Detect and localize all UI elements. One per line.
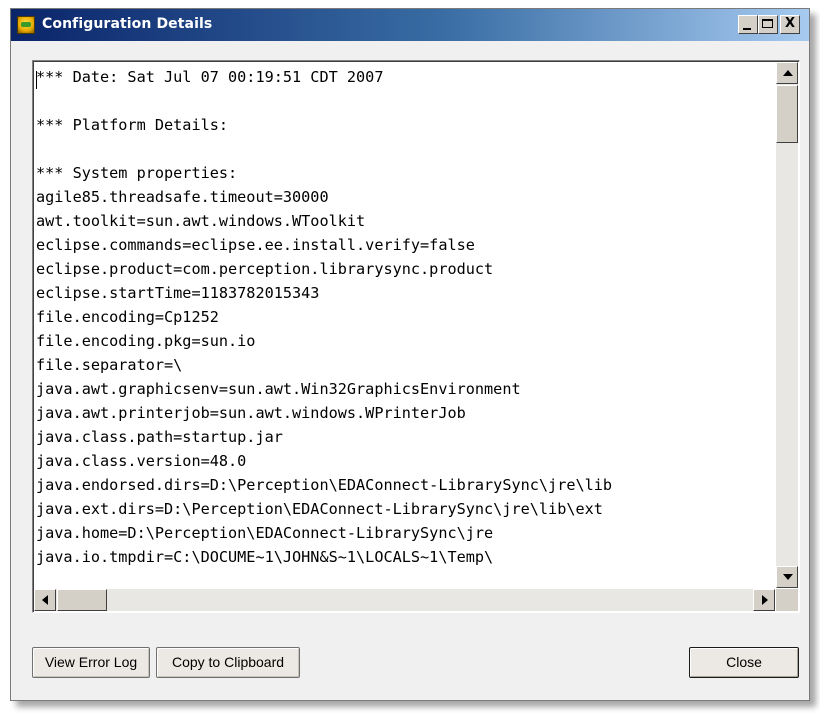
text-line: java.class.path=startup.jar <box>36 428 283 446</box>
arrow-right-icon <box>762 595 768 605</box>
text-line: file.encoding.pkg=sun.io <box>36 332 256 350</box>
horizontal-scroll-thumb[interactable] <box>57 589 107 611</box>
view-error-log-button[interactable]: View Error Log <box>32 647 150 678</box>
text-line: java.ext.dirs=D:\Perception\EDAConnect-L… <box>36 500 603 518</box>
scroll-down-button[interactable] <box>776 566 798 588</box>
scroll-left-button[interactable] <box>34 589 56 611</box>
text-line: agile85.threadsafe.timeout=30000 <box>36 188 329 206</box>
maximize-button[interactable] <box>758 15 778 34</box>
text-line: eclipse.product=com.perception.librarysy… <box>36 260 494 278</box>
text-line: java.io.tmpdir=C:\DOCUME~1\JOHN&S~1\LOCA… <box>36 548 494 566</box>
text-line: *** System properties: <box>36 164 238 182</box>
text-line: java.home=D:\Perception\EDAConnect-Libra… <box>36 524 494 542</box>
horizontal-scrollbar[interactable] <box>34 589 775 611</box>
scrollbar-corner <box>776 589 798 611</box>
text-line: eclipse.startTime=1183782015343 <box>36 284 320 302</box>
configuration-text-area[interactable]: *** Date: Sat Jul 07 00:19:51 CDT 2007 *… <box>32 60 800 613</box>
arrow-left-icon <box>42 595 48 605</box>
close-window-button[interactable]: X <box>780 15 800 34</box>
window-title: Configuration Details <box>42 16 213 32</box>
maximize-icon <box>762 19 773 28</box>
text-line: java.class.version=48.0 <box>36 452 247 470</box>
app-icon <box>17 16 35 34</box>
arrow-down-icon <box>783 574 793 580</box>
text-line <box>36 137 774 161</box>
text-line: java.awt.printerjob=sun.awt.windows.WPri… <box>36 404 466 422</box>
configuration-details-window: Configuration Details X *** Date: Sat Ju… <box>10 8 810 701</box>
close-button[interactable]: Close <box>689 647 799 678</box>
minimize-icon <box>743 28 751 30</box>
text-line: *** Date: Sat Jul 07 00:19:51 CDT 2007 <box>36 68 384 86</box>
arrow-up-icon <box>783 70 793 76</box>
text-content: *** Date: Sat Jul 07 00:19:51 CDT 2007 *… <box>36 65 774 584</box>
text-line: awt.toolkit=sun.awt.windows.WToolkit <box>36 212 366 230</box>
text-line: file.separator=\ <box>36 356 183 374</box>
title-bar[interactable]: Configuration Details X <box>11 9 809 41</box>
vertical-scroll-thumb[interactable] <box>776 85 798 143</box>
minimize-button[interactable] <box>738 15 758 34</box>
copy-to-clipboard-button[interactable]: Copy to Clipboard <box>156 647 300 678</box>
text-line: java.awt.graphicsenv=sun.awt.Win32Graphi… <box>36 380 521 398</box>
text-line: file.encoding=Cp1252 <box>36 308 219 326</box>
text-line: *** Platform Details: <box>36 116 229 134</box>
text-line: java.endorsed.dirs=D:\Perception\EDAConn… <box>36 476 613 494</box>
text-line <box>36 89 774 113</box>
text-caret <box>36 71 37 89</box>
scroll-right-button[interactable] <box>753 589 775 611</box>
close-icon: X <box>784 16 796 31</box>
scroll-up-button[interactable] <box>776 62 798 84</box>
vertical-scrollbar[interactable] <box>776 62 798 588</box>
text-line: eclipse.commands=eclipse.ee.install.veri… <box>36 236 475 254</box>
